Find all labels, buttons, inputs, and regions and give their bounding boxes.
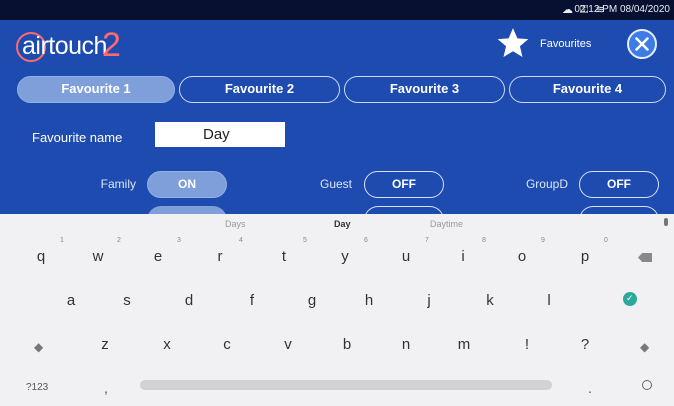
group-label-groupd: GroupD <box>525 177 568 191</box>
key-w[interactable]: w <box>86 248 110 265</box>
key-n[interactable]: n <box>394 336 418 353</box>
key-![interactable]: ! <box>515 336 539 353</box>
key-hint: 8 <box>482 237 486 244</box>
key-h[interactable]: h <box>357 292 381 309</box>
key-x[interactable]: x <box>155 336 179 353</box>
check-icon: ✓ <box>626 293 634 303</box>
favourite-name-input[interactable] <box>155 122 285 147</box>
suggestion[interactable]: Days <box>225 219 246 229</box>
key-f[interactable]: f <box>240 292 264 309</box>
tab-favourite-4[interactable]: Favourite 4 <box>509 76 666 103</box>
key-i[interactable]: i <box>451 248 475 265</box>
key-a[interactable]: a <box>59 292 83 309</box>
status-bar: ☁ ⚿ ≋ 02:12 PM 08/04/2020 <box>0 0 674 20</box>
key-p[interactable]: p <box>573 248 597 265</box>
key-hint: 4 <box>239 237 243 244</box>
key-hint: 6 <box>364 237 368 244</box>
logo-version: 2 <box>102 26 121 64</box>
key-g[interactable]: g <box>300 292 324 309</box>
key-e[interactable]: e <box>146 248 170 265</box>
shift-key[interactable]: ◆ <box>34 340 43 354</box>
favourite-name-label: Favourite name <box>32 130 123 145</box>
star-icon[interactable] <box>496 26 530 60</box>
logo-text: airtouch <box>22 32 107 60</box>
key-hint: 7 <box>425 237 429 244</box>
period-key[interactable]: . <box>588 380 592 396</box>
close-button[interactable] <box>627 29 657 59</box>
close-icon <box>635 37 649 51</box>
key-c[interactable]: c <box>215 336 239 353</box>
suggestion-bar: Days Day Daytime <box>0 214 674 234</box>
key-r[interactable]: r <box>208 248 232 265</box>
comma-key[interactable]: , <box>104 380 108 396</box>
group-label-family: Family <box>100 177 136 191</box>
key-hint: 2 <box>117 237 121 244</box>
toggle-guest[interactable]: OFF <box>364 171 444 198</box>
space-bar[interactable] <box>140 380 552 390</box>
key-v[interactable]: v <box>276 336 300 353</box>
key-t[interactable]: t <box>272 248 296 265</box>
key-hint: 3 <box>177 237 181 244</box>
enter-key[interactable]: ✓ <box>623 292 637 306</box>
mic-icon[interactable] <box>664 218 668 226</box>
app-screen: ☁ ⚿ ≋ 02:12 PM 08/04/2020 airtouch 2 Fav… <box>0 0 674 406</box>
key-m[interactable]: m <box>452 336 476 353</box>
key-u[interactable]: u <box>394 248 418 265</box>
onscreen-keyboard: Days Day Daytime <box>0 214 674 406</box>
key-hint: 5 <box>303 237 307 244</box>
toggle-family[interactable]: ON <box>147 171 227 198</box>
tab-favourite-3[interactable]: Favourite 3 <box>344 76 505 103</box>
symbols-key[interactable]: ?123 <box>26 382 48 393</box>
key-hint: 1 <box>60 237 64 244</box>
key-o[interactable]: o <box>510 248 534 265</box>
favourites-label[interactable]: Favourites <box>540 38 591 50</box>
suggestion-primary[interactable]: Day <box>334 219 351 229</box>
key-hint: 0 <box>604 237 608 244</box>
shift-key[interactable]: ◆ <box>640 340 649 354</box>
tab-favourite-2[interactable]: Favourite 2 <box>179 76 340 103</box>
key-q[interactable]: q <box>29 248 53 265</box>
key-?[interactable]: ? <box>573 336 597 353</box>
key-l[interactable]: l <box>537 292 561 309</box>
suggestion[interactable]: Daytime <box>430 219 463 229</box>
tab-favourite-1[interactable]: Favourite 1 <box>17 76 175 103</box>
key-d[interactable]: d <box>177 292 201 309</box>
emoji-icon[interactable] <box>642 380 652 390</box>
key-y[interactable]: y <box>333 248 357 265</box>
toggle-groupd[interactable]: OFF <box>579 171 659 198</box>
key-z[interactable]: z <box>93 336 117 353</box>
key-k[interactable]: k <box>478 292 502 309</box>
key-s[interactable]: s <box>115 292 139 309</box>
group-label-guest: Guest <box>319 177 352 191</box>
key-hint: 9 <box>541 237 545 244</box>
key-b[interactable]: b <box>335 336 359 353</box>
key-j[interactable]: j <box>417 292 441 309</box>
status-time: 02:12 PM 08/04/2020 <box>574 4 670 15</box>
